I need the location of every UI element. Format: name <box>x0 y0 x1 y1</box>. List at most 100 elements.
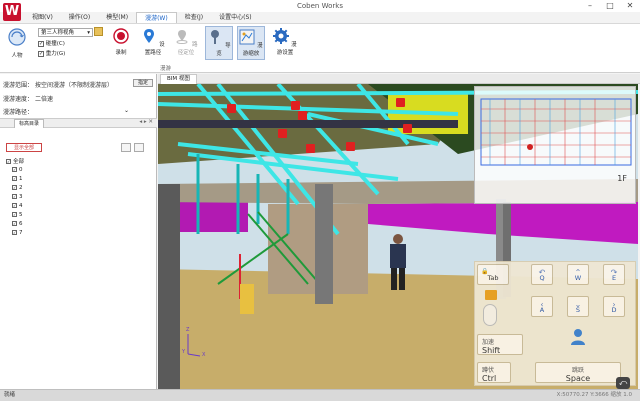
tree-item-label: 4 <box>19 203 23 209</box>
record-button[interactable]: 录制 <box>110 28 132 56</box>
roam-scope-value[interactable]: 按空间漫游（不限制漫游层） <box>35 80 123 89</box>
roam-speed-label: 漫游速度： <box>3 96 34 103</box>
space-key-label: Space <box>565 374 591 383</box>
ctrl-key[interactable]: 蹲伏 Ctrl <box>477 362 511 383</box>
shift-key[interactable]: 加速 Shift <box>477 334 523 355</box>
checkbox-icon: ✓ <box>6 159 11 164</box>
roam-speed-value[interactable]: 二倍速 <box>35 96 53 103</box>
a-key[interactable]: ‹ A <box>531 296 553 317</box>
tree-item[interactable]: ✓ 7 <box>12 230 23 236</box>
menu-model[interactable]: 模型(M) <box>98 12 136 23</box>
tree-item-label: 5 <box>19 212 23 218</box>
tree-item-label: 2 <box>19 185 23 191</box>
panel-tab-strip: 标高目录 ◂ ▸ ✕ <box>0 118 157 128</box>
checkbox-icon: ✓ <box>12 176 17 181</box>
status-bar: 就绪 X:50770.27 Y:3666 缩放 1.0 <box>0 389 640 401</box>
menu-settings[interactable]: 设置中心(S) <box>211 12 260 23</box>
checkbox-icon: ✓ <box>12 212 17 217</box>
show-all-button[interactable]: 显示全部 <box>6 143 42 152</box>
ctrl-action-label: 蹲伏 <box>482 367 495 374</box>
guide-button[interactable]: 导览 <box>205 26 233 60</box>
checkbox-icon: ✓ <box>38 50 44 57</box>
guide-icon <box>211 30 220 44</box>
view-tab-strip: BIM 视图 <box>158 74 640 84</box>
path-locate-icon <box>176 30 188 44</box>
person-view-icon[interactable] <box>569 328 587 346</box>
maximize-icon[interactable]: □ <box>604 1 616 10</box>
roam-scope-label: 漫游范围： <box>3 82 34 89</box>
menu-check[interactable]: 检查(J) <box>177 12 211 23</box>
collapse-icon[interactable] <box>121 143 131 152</box>
floor-plan-graphic <box>480 98 632 166</box>
camera-icon[interactable] <box>485 290 497 300</box>
shift-action-label: 加速 <box>482 339 495 346</box>
expand-icon[interactable] <box>134 143 144 152</box>
checkbox-icon: ✓ <box>12 185 17 190</box>
roam-scope-row: 漫游范围： 按空间漫游（不限制漫游层） <box>3 80 123 89</box>
chevron-down-icon[interactable]: ⌄ <box>124 107 129 114</box>
checkbox-icon: ✓ <box>12 167 17 172</box>
minimap[interactable]: 1F <box>474 86 636 204</box>
axis-x-label: X <box>202 352 206 358</box>
axis-z-label: Z <box>186 327 190 333</box>
view-mode-select[interactable]: 第三人称视角 ▾ <box>38 28 93 37</box>
exit-roam-icon[interactable]: ⤺ <box>616 377 630 389</box>
close-icon[interactable]: ✕ <box>624 1 636 10</box>
chevron-down-icon: ▾ <box>87 30 90 36</box>
tree-item[interactable]: ✓ 5 <box>12 212 23 218</box>
assign-button[interactable]: 指定 <box>133 79 153 87</box>
tree-item-label: 3 <box>19 194 23 200</box>
app-logo: W <box>3 3 21 21</box>
menu-view[interactable]: 视图(V) <box>24 12 61 23</box>
minimap-floor-label: 1F <box>617 174 627 183</box>
view-mode-value: 第三人称视角 <box>41 30 75 36</box>
panel-nav-icon[interactable]: ◂ ▸ ✕ <box>139 119 153 125</box>
person-cycle-icon <box>8 28 26 46</box>
ribbon-group-label: 漫游 <box>160 66 172 72</box>
collision-label: 碰撞(C) <box>45 41 65 47</box>
roam-speed-row: 漫游速度： 二倍速 <box>3 94 53 103</box>
person-mode-button[interactable]: 人物 <box>6 27 28 59</box>
collision-checkbox[interactable]: ✓ 碰撞(C) <box>38 39 65 47</box>
title-bar: Coben Works – □ ✕ <box>0 0 640 12</box>
guide-label: 导览 <box>216 43 231 57</box>
zoom-map-icon <box>239 29 255 45</box>
tab-bim-view[interactable]: BIM 视图 <box>160 74 197 84</box>
set-path-button[interactable]: 设置路径 <box>140 28 166 56</box>
tree-item[interactable]: ✓ 3 <box>12 194 23 200</box>
menu-bar: 视图(V) 操作(O) 模型(M) 漫游(W) 检查(J) 设置中心(S) <box>24 12 260 23</box>
checkbox-icon: ✓ <box>12 203 17 208</box>
tree-root[interactable]: ✓ 全部 <box>6 157 24 165</box>
gear-icon <box>273 28 290 44</box>
checkbox-icon: ✓ <box>12 221 17 226</box>
person-mode-label: 人物 <box>11 53 23 59</box>
tree-root-label: 全部 <box>13 159 25 165</box>
q-key[interactable]: ↶ Q <box>531 264 553 285</box>
w-key[interactable]: ⌃ W <box>567 264 589 285</box>
tab-level-directory[interactable]: 标高目录 <box>14 119 45 128</box>
menu-roam[interactable]: 漫游(W) <box>136 12 177 23</box>
s-key[interactable]: ⌄ S <box>567 296 589 317</box>
minimize-icon[interactable]: – <box>584 1 596 10</box>
roam-settings-label: 漫游设置 <box>276 42 297 56</box>
tree-item[interactable]: ✓ 2 <box>12 185 23 191</box>
a-key-label: A <box>539 306 545 314</box>
tree-item[interactable]: ✓ 4 <box>12 203 23 209</box>
tree-item-label: 0 <box>19 167 23 173</box>
gravity-checkbox[interactable]: ✓ 重力(G) <box>38 49 65 57</box>
space-action-label: 跳跃 <box>571 367 584 374</box>
record-label: 录制 <box>115 50 127 56</box>
roam-zoom-button[interactable]: 漫游缩放 <box>237 26 265 60</box>
tree-item[interactable]: ✓ 1 <box>12 176 23 182</box>
e-key[interactable]: ↷ E <box>603 264 625 285</box>
menu-operate[interactable]: 操作(O) <box>61 12 98 23</box>
character-icon[interactable] <box>94 27 103 36</box>
tree-item[interactable]: ✓ 6 <box>12 221 23 227</box>
space-key[interactable]: 跳跃 Space <box>535 362 621 383</box>
roam-settings-button[interactable]: 漫游设置 <box>272 28 298 56</box>
tab-key[interactable]: 🔒 Tab <box>477 264 509 285</box>
d-key-label: D <box>611 306 617 314</box>
tree-item[interactable]: ✓ 0 <box>12 167 23 173</box>
path-locate-button[interactable]: 路径定位 <box>173 28 199 56</box>
d-key[interactable]: › D <box>603 296 625 317</box>
